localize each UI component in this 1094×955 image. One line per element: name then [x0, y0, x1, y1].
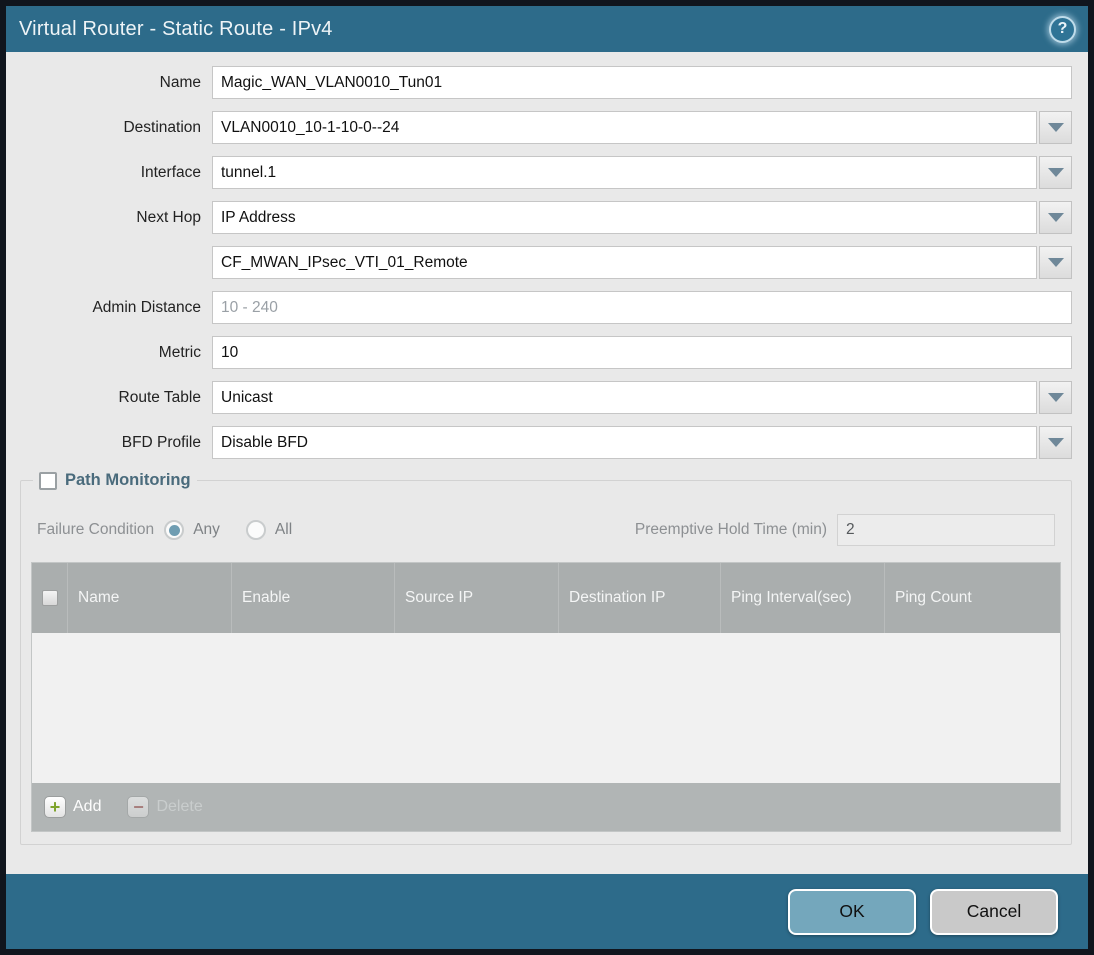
column-header-enable[interactable]: Enable — [232, 563, 395, 633]
chevron-down-icon — [1047, 213, 1064, 222]
failure-condition-label: Failure Condition — [37, 521, 155, 538]
help-icon[interactable]: ? — [1049, 15, 1076, 43]
radio-all-label: All — [274, 521, 293, 538]
chevron-down-icon — [1047, 168, 1064, 177]
ok-button[interactable]: OK — [788, 888, 916, 935]
delete-button[interactable]: − Delete — [127, 796, 203, 818]
add-button[interactable]: + Add — [44, 796, 101, 818]
column-header-ping-interval[interactable]: Ping Interval(sec) — [721, 563, 885, 633]
add-plus-icon: + — [44, 796, 66, 818]
path-monitoring-title: Path Monitoring — [65, 471, 191, 489]
next-hop-address-dropdown-button[interactable] — [1039, 246, 1072, 279]
metric-input[interactable] — [212, 336, 1072, 369]
route-table-dropdown-button[interactable] — [1039, 381, 1072, 414]
admin-distance-row: Admin Distance — [20, 291, 1072, 324]
interface-input[interactable] — [212, 156, 1037, 189]
metric-row: Metric — [20, 336, 1072, 369]
radio-any[interactable] — [164, 520, 185, 540]
cancel-button[interactable]: Cancel — [930, 888, 1058, 935]
failure-condition-row: Failure Condition Any All Preemptive Hol… — [37, 514, 1055, 546]
destination-row: Destination — [20, 111, 1072, 144]
name-label: Name — [159, 73, 201, 91]
bfd-profile-label: BFD Profile — [121, 433, 201, 451]
preemptive-hold-input[interactable] — [837, 514, 1055, 546]
bfd-profile-dropdown-button[interactable] — [1039, 426, 1072, 459]
column-header-destination-ip[interactable]: Destination IP — [559, 563, 721, 633]
name-input[interactable] — [212, 66, 1072, 99]
add-button-label: Add — [73, 798, 102, 815]
admin-distance-label: Admin Distance — [92, 298, 201, 316]
route-table-input[interactable] — [212, 381, 1037, 414]
chevron-down-icon — [1047, 258, 1064, 267]
chevron-down-icon — [1047, 393, 1064, 402]
route-table-row: Route Table — [20, 381, 1072, 414]
radio-all[interactable] — [245, 520, 266, 540]
preemptive-hold-label: Preemptive Hold Time (min) — [634, 521, 827, 538]
dialog-title: Virtual Router - Static Route - IPv4 — [19, 17, 333, 40]
delete-minus-icon: − — [127, 796, 150, 818]
static-route-dialog: Virtual Router - Static Route - IPv4 ? N… — [0, 0, 1094, 955]
select-all-cell — [32, 563, 68, 633]
table-header-row: Name Enable Source IP Destination IP Pin… — [32, 563, 1060, 633]
next-hop-type-dropdown-button[interactable] — [1039, 201, 1072, 234]
column-header-name[interactable]: Name — [68, 563, 232, 633]
admin-distance-input[interactable] — [212, 291, 1072, 324]
next-hop-address-input[interactable] — [212, 246, 1037, 279]
metric-label: Metric — [158, 343, 201, 361]
bfd-profile-row: BFD Profile — [20, 426, 1072, 459]
destination-label: Destination — [123, 118, 201, 136]
bfd-profile-input[interactable] — [212, 426, 1037, 459]
path-monitoring-checkbox[interactable] — [39, 471, 57, 490]
next-hop-type-input[interactable] — [212, 201, 1037, 234]
delete-button-label: Delete — [156, 798, 203, 815]
path-monitoring-legend: Path Monitoring — [33, 471, 197, 490]
next-hop-label: Next Hop — [136, 208, 201, 226]
dialog-titlebar: Virtual Router - Static Route - IPv4 ? — [6, 6, 1088, 52]
next-hop-row: Next Hop — [20, 201, 1072, 234]
path-monitoring-section: Path Monitoring Failure Condition Any Al… — [20, 471, 1072, 845]
interface-label: Interface — [140, 163, 201, 181]
chevron-down-icon — [1047, 438, 1064, 447]
next-hop-address-row — [20, 246, 1072, 279]
path-monitoring-table: Name Enable Source IP Destination IP Pin… — [31, 562, 1061, 832]
route-table-label: Route Table — [118, 388, 201, 406]
destination-dropdown-button[interactable] — [1039, 111, 1072, 144]
preemptive-hold-group: Preemptive Hold Time (min) — [635, 514, 1055, 546]
table-footer-bar: + Add − Delete — [32, 783, 1060, 831]
column-header-source-ip[interactable]: Source IP — [395, 563, 559, 633]
interface-row: Interface — [20, 156, 1072, 189]
failure-condition-radio-group: Any All — [164, 520, 318, 540]
radio-dot — [250, 525, 261, 536]
chevron-down-icon — [1047, 123, 1064, 132]
name-row: Name — [20, 66, 1072, 99]
dialog-footer: OK Cancel — [6, 874, 1088, 949]
radio-dot — [168, 524, 180, 536]
interface-dropdown-button[interactable] — [1039, 156, 1072, 189]
dialog-content: Name Destination Interface — [6, 52, 1088, 874]
select-all-checkbox[interactable] — [41, 590, 58, 606]
destination-input[interactable] — [212, 111, 1037, 144]
radio-any-label: Any — [193, 521, 220, 538]
column-header-ping-count[interactable]: Ping Count — [885, 563, 1060, 633]
table-body-empty — [32, 633, 1060, 783]
